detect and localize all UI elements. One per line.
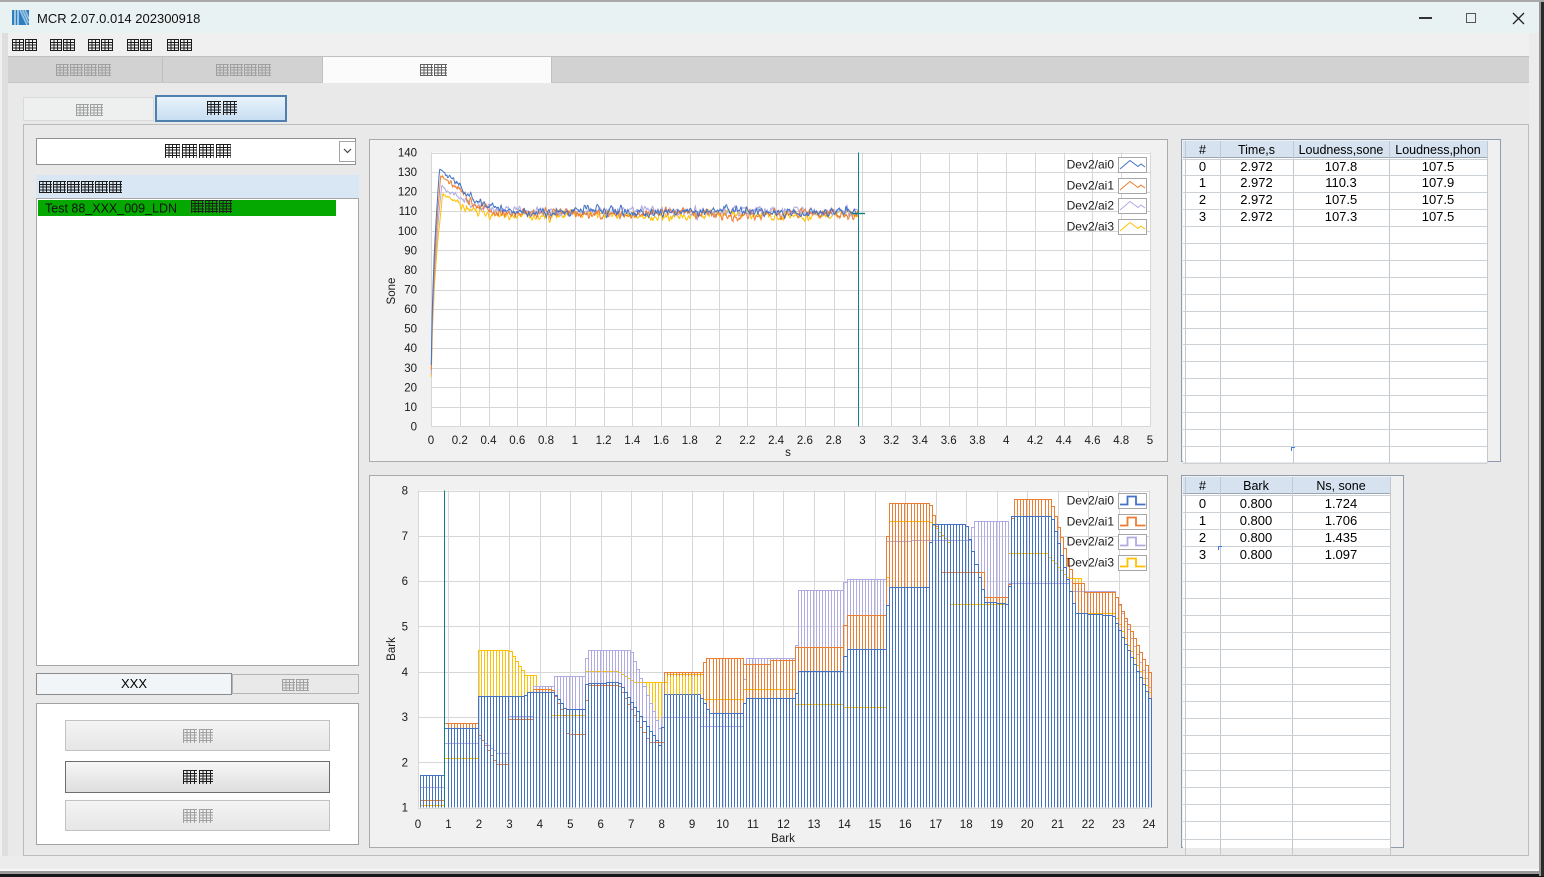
svg-text:11: 11 (747, 819, 759, 831)
svg-text:15: 15 (869, 819, 882, 831)
svg-text:2.2: 2.2 (739, 435, 755, 447)
svg-text:2: 2 (476, 819, 482, 831)
svg-text:140: 140 (398, 148, 417, 160)
svg-text:20: 20 (1021, 819, 1034, 831)
svg-text:5: 5 (402, 621, 408, 633)
svg-text:21: 21 (1051, 819, 1064, 831)
svg-text:Dev2/ai2: Dev2/ai2 (1067, 535, 1115, 549)
svg-text:Dev2/ai3: Dev2/ai3 (1067, 220, 1115, 234)
svg-text:80: 80 (404, 265, 417, 277)
svg-text:7: 7 (402, 531, 408, 543)
svg-text:0: 0 (411, 422, 417, 434)
svg-text:0.6: 0.6 (509, 435, 525, 447)
svg-text:1: 1 (445, 819, 451, 831)
svg-text:2.4: 2.4 (768, 435, 785, 447)
svg-text:3: 3 (402, 712, 408, 724)
svg-text:13: 13 (808, 819, 821, 831)
svg-text:130: 130 (398, 167, 417, 179)
svg-text:18: 18 (960, 819, 973, 831)
svg-text:120: 120 (398, 187, 417, 199)
svg-text:0: 0 (428, 435, 434, 447)
svg-text:1.2: 1.2 (596, 435, 612, 447)
svg-text:s: s (785, 447, 791, 459)
svg-text:23: 23 (1112, 819, 1125, 831)
svg-text:3.6: 3.6 (941, 435, 957, 447)
svg-text:Bark: Bark (771, 833, 795, 845)
svg-text:14: 14 (838, 819, 851, 831)
svg-text:1.4: 1.4 (624, 435, 641, 447)
svg-text:4.4: 4.4 (1056, 435, 1073, 447)
svg-text:12: 12 (777, 819, 790, 831)
svg-text:1.8: 1.8 (682, 435, 698, 447)
svg-text:1: 1 (572, 435, 578, 447)
svg-text:5: 5 (1147, 435, 1153, 447)
svg-text:7: 7 (628, 819, 634, 831)
svg-text:6: 6 (597, 819, 603, 831)
svg-text:Dev2/ai3: Dev2/ai3 (1067, 556, 1115, 570)
svg-text:2: 2 (402, 757, 408, 769)
svg-text:2: 2 (715, 435, 721, 447)
svg-text:5: 5 (567, 819, 573, 831)
svg-text:3: 3 (506, 819, 512, 831)
svg-text:1: 1 (402, 803, 408, 815)
svg-text:1.6: 1.6 (653, 435, 669, 447)
svg-text:22: 22 (1082, 819, 1095, 831)
svg-text:Dev2/ai2: Dev2/ai2 (1067, 199, 1115, 213)
svg-text:Dev2/ai1: Dev2/ai1 (1067, 515, 1115, 529)
svg-text:10: 10 (716, 819, 729, 831)
svg-text:Dev2/ai0: Dev2/ai0 (1067, 158, 1115, 172)
svg-text:30: 30 (404, 363, 417, 375)
svg-text:10: 10 (404, 402, 417, 414)
svg-text:60: 60 (404, 304, 417, 316)
svg-text:8: 8 (402, 486, 408, 498)
svg-text:Bark: Bark (386, 637, 398, 661)
svg-text:Dev2/ai0: Dev2/ai0 (1067, 494, 1115, 508)
svg-text:4.2: 4.2 (1027, 435, 1043, 447)
svg-text:90: 90 (404, 245, 417, 257)
svg-text:50: 50 (404, 324, 417, 336)
svg-text:2.8: 2.8 (826, 435, 842, 447)
svg-text:70: 70 (404, 285, 417, 297)
svg-text:3.8: 3.8 (969, 435, 985, 447)
svg-text:8: 8 (658, 819, 664, 831)
svg-text:24: 24 (1143, 819, 1156, 831)
svg-text:4.6: 4.6 (1085, 435, 1101, 447)
svg-text:19: 19 (990, 819, 1003, 831)
svg-text:16: 16 (899, 819, 912, 831)
svg-text:9: 9 (689, 819, 695, 831)
svg-text:4: 4 (537, 819, 544, 831)
svg-text:20: 20 (404, 382, 417, 394)
svg-text:0: 0 (415, 819, 421, 831)
svg-text:0.8: 0.8 (538, 435, 554, 447)
svg-text:3.2: 3.2 (883, 435, 899, 447)
svg-text:100: 100 (398, 226, 417, 238)
svg-text:3.4: 3.4 (912, 435, 929, 447)
svg-text:3: 3 (859, 435, 865, 447)
svg-text:110: 110 (399, 206, 417, 218)
svg-text:2.6: 2.6 (797, 435, 813, 447)
svg-text:Sone: Sone (386, 278, 398, 305)
svg-text:Dev2/ai1: Dev2/ai1 (1067, 179, 1115, 193)
svg-text:4: 4 (402, 667, 409, 679)
svg-text:17: 17 (929, 819, 942, 831)
svg-text:0.2: 0.2 (452, 435, 468, 447)
svg-text:6: 6 (402, 576, 408, 588)
svg-text:0.4: 0.4 (481, 435, 498, 447)
svg-text:4: 4 (1003, 435, 1010, 447)
svg-text:40: 40 (404, 343, 417, 355)
svg-text:4.8: 4.8 (1113, 435, 1129, 447)
